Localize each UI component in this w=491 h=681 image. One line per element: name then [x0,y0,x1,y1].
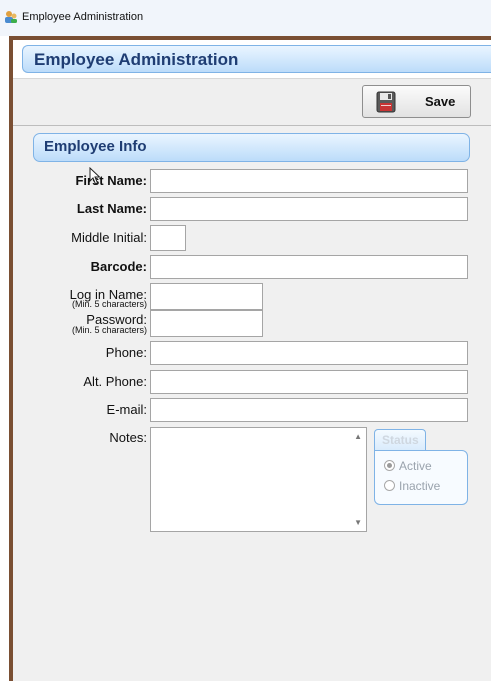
mouse-cursor-icon [89,167,101,185]
save-button[interactable]: Save [362,85,471,118]
notes-label: Notes: [109,430,147,445]
status-label: Status [382,433,419,447]
window-title: Employee Administration [22,11,144,23]
password-hint: (Min. 5 characters) [71,325,147,335]
middle-initial-label: Middle Initial: [71,230,147,245]
status-tab: Status [374,429,426,452]
phone-field[interactable] [150,341,468,365]
last-name-field[interactable] [150,197,468,221]
status-group: Status Active Inactive [374,429,468,505]
barcode-field[interactable] [150,255,468,279]
status-active-radio[interactable]: Active [384,459,432,473]
client-area: Employee Administration Save Employee In… [13,40,491,681]
toolbar: Save [13,78,491,126]
alt-phone-field[interactable] [150,370,468,394]
email-label: E-mail: [106,402,147,417]
status-options: Active Inactive [374,450,468,505]
save-label: Save [425,94,456,109]
header-panel: Employee Administration Save [13,40,491,126]
scroll-down-icon[interactable]: ▼ [354,518,362,527]
first-name-field[interactable] [150,169,468,193]
phone-label: Phone: [105,345,147,360]
scroll-up-icon[interactable]: ▲ [354,432,362,441]
login-name-field[interactable] [150,283,263,310]
section-header: Employee Info [33,133,470,162]
password-field[interactable] [150,310,263,337]
barcode-label: Barcode: [90,259,147,274]
status-inactive-radio[interactable]: Inactive [384,479,440,493]
middle-initial-field[interactable] [150,225,186,251]
radio-unselected-icon [384,480,395,491]
radio-selected-icon [384,460,395,471]
section-title: Employee Info [44,138,147,155]
alt-phone-label: Alt. Phone: [83,374,147,389]
page-title: Employee Administration [34,50,239,69]
last-name-label: Last Name: [76,201,147,216]
email-field[interactable] [150,398,468,422]
page-header: Employee Administration [22,45,491,73]
login-name-hint: (Min. 5 characters) [71,299,147,309]
notes-field[interactable]: ▲ ▼ [150,427,367,532]
employee-form: Employee Info First Name: Last Name: Mid… [13,126,491,681]
title-bar: Employee Administration [0,0,491,36]
floppy-disk-icon [376,91,396,113]
app-icon [5,11,17,23]
first-name-label: First Name: [75,173,147,188]
